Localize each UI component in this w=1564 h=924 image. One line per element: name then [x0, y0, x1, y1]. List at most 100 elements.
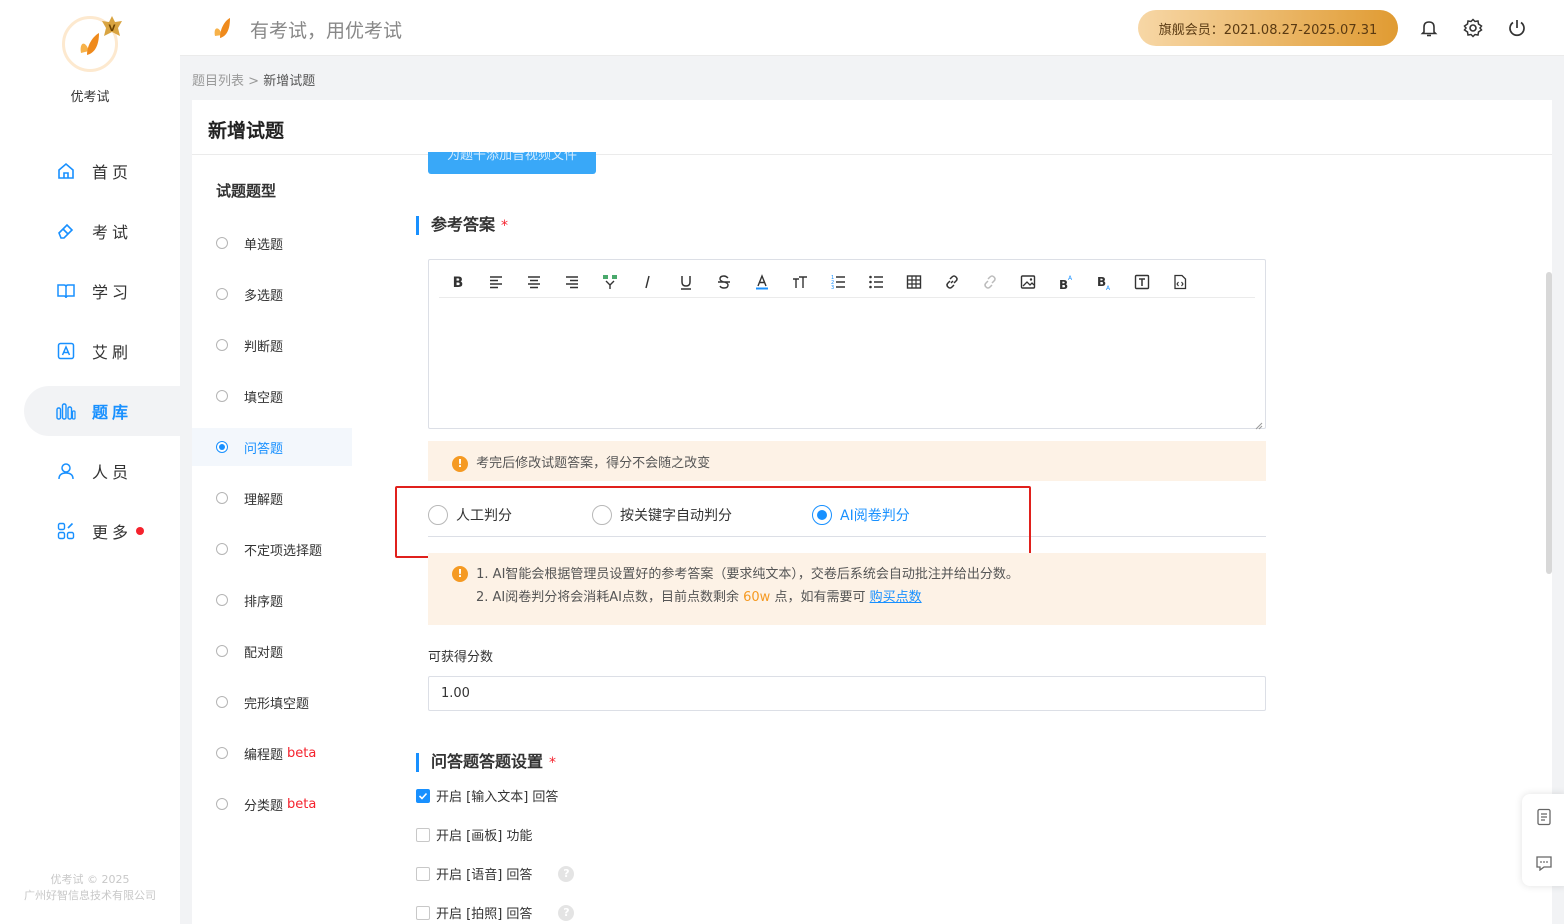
- type-option-ordering[interactable]: 排序题: [192, 581, 352, 619]
- points-remaining: 60w: [743, 589, 771, 605]
- link-icon[interactable]: [933, 268, 971, 296]
- unlink-icon[interactable]: [971, 268, 1009, 296]
- radio-selected[interactable]: [216, 441, 228, 453]
- type-option-programming[interactable]: 编程题 beta: [192, 734, 352, 772]
- slogan: 有考试，用优考试: [250, 20, 403, 42]
- strikethrough-icon[interactable]: [705, 268, 743, 296]
- radio[interactable]: [216, 492, 228, 504]
- radio[interactable]: [216, 645, 228, 657]
- buy-points-link[interactable]: 购买点数: [870, 590, 922, 605]
- breadcrumb-parent[interactable]: 题目列表: [192, 74, 244, 89]
- checkbox[interactable]: [416, 866, 430, 881]
- required-mark: *: [501, 218, 509, 234]
- beta-badge: beta: [287, 796, 317, 812]
- type-option-matching[interactable]: 配对题: [192, 632, 352, 670]
- home-icon: [56, 161, 76, 181]
- chat-icon[interactable]: [1533, 852, 1555, 874]
- editor-toolbar: B 123 BA BA: [439, 266, 1255, 298]
- scrollbar[interactable]: [1546, 272, 1552, 574]
- type-option-multi-choice[interactable]: 多选题: [192, 275, 352, 313]
- ordered-list-icon[interactable]: 123: [819, 268, 857, 296]
- user-icon: [56, 461, 76, 481]
- power-icon[interactable]: [1505, 16, 1529, 40]
- section-title-answer-settings: 问答题答题设置 *: [416, 753, 556, 772]
- align-left-icon[interactable]: [477, 268, 515, 296]
- notification-dot: [136, 527, 145, 535]
- option-drawing-board[interactable]: 开启 [画板] 功能: [416, 825, 532, 844]
- apps-icon: [56, 521, 76, 541]
- type-option-cloze[interactable]: 完形填空题: [192, 683, 352, 721]
- document-icon[interactable]: [1533, 806, 1555, 828]
- type-option-comprehension[interactable]: 理解题: [192, 479, 352, 517]
- nav-item-aishua[interactable]: 艾刷: [24, 326, 180, 376]
- align-right-icon[interactable]: [553, 268, 591, 296]
- nav-item-members[interactable]: 人员: [24, 446, 180, 496]
- font-color-icon[interactable]: [743, 268, 781, 296]
- radio[interactable]: [216, 237, 228, 249]
- floating-toolbar: [1522, 794, 1564, 886]
- radio[interactable]: [216, 798, 228, 810]
- radio[interactable]: [216, 288, 228, 300]
- table-icon[interactable]: [895, 268, 933, 296]
- format-painter-icon[interactable]: [591, 268, 629, 296]
- nav-item-question-bank[interactable]: 题库: [24, 386, 180, 436]
- type-option-true-false[interactable]: 判断题: [192, 326, 352, 364]
- type-option-classification[interactable]: 分类题 beta: [192, 785, 352, 823]
- score-input[interactable]: [428, 676, 1266, 711]
- resize-handle-icon[interactable]: [1255, 418, 1263, 430]
- subscript-icon[interactable]: BA: [1085, 268, 1123, 296]
- type-option-indefinite-choice[interactable]: 不定项选择题: [192, 530, 352, 568]
- type-label: 完形填空题: [244, 696, 310, 712]
- checkbox[interactable]: [416, 827, 430, 842]
- vip-membership-badge[interactable]: 旗舰会员：2021.08.27-2025.07.31: [1138, 10, 1398, 46]
- page-title: 新增试题: [208, 120, 285, 142]
- radio[interactable]: [216, 696, 228, 708]
- svg-text:3: 3: [831, 285, 834, 290]
- underline-icon[interactable]: [667, 268, 705, 296]
- ai-note-line: ! 1. AI智能会根据管理员设置好的参考答案（要求纯文本），交卷后系统会自动批…: [452, 566, 1266, 583]
- type-label: 理解题: [244, 492, 284, 508]
- nav-label: 人员: [92, 463, 133, 482]
- nav-item-study[interactable]: 学习: [24, 266, 180, 316]
- svg-text:A: A: [1068, 275, 1073, 282]
- help-icon[interactable]: ?: [558, 904, 575, 921]
- radio[interactable]: [216, 339, 228, 351]
- superscript-icon[interactable]: BA: [1047, 268, 1085, 296]
- image-icon[interactable]: [1009, 268, 1047, 296]
- type-option-fill-blank[interactable]: 填空题: [192, 377, 352, 415]
- option-photo-answer[interactable]: 开启 [拍照] 回答 ?: [416, 903, 575, 922]
- nav-item-exam[interactable]: 考试: [24, 206, 180, 256]
- italic-icon[interactable]: [629, 268, 667, 296]
- radio[interactable]: [216, 747, 228, 759]
- answer-rich-text-editor[interactable]: B 123 BA BA: [428, 259, 1266, 430]
- radio[interactable]: [216, 543, 228, 555]
- ai-note-text: 1. AI智能会根据管理员设置好的参考答案（要求纯文本），交卷后系统会自动批注并…: [476, 566, 1019, 582]
- nav-item-home[interactable]: 首页: [24, 146, 180, 196]
- radio[interactable]: [216, 390, 228, 402]
- radio[interactable]: [216, 594, 228, 606]
- type-label: 分类题: [244, 798, 284, 814]
- font-size-icon[interactable]: [781, 268, 819, 296]
- option-text-answer[interactable]: 开启 [输入文本] 回答: [416, 786, 558, 805]
- gear-icon[interactable]: [1461, 16, 1485, 40]
- help-icon[interactable]: ?: [558, 865, 575, 882]
- unordered-list-icon[interactable]: [857, 268, 895, 296]
- bell-icon[interactable]: [1417, 16, 1441, 40]
- score-label: 可获得分数: [428, 650, 494, 665]
- type-option-single-choice[interactable]: 单选题: [192, 224, 352, 262]
- type-option-essay[interactable]: 问答题: [192, 428, 352, 466]
- checkbox[interactable]: [416, 905, 430, 920]
- add-media-button[interactable]: 为题干添加音视频文件: [428, 152, 596, 174]
- section-title-answer: 参考答案 *: [416, 216, 508, 235]
- text-box-icon[interactable]: [1123, 268, 1161, 296]
- svg-text:B: B: [1059, 278, 1068, 290]
- html-file-icon[interactable]: [1161, 268, 1199, 296]
- bold-icon[interactable]: B: [439, 268, 477, 296]
- nav-label: 更多: [92, 523, 133, 542]
- type-label: 不定项选择题: [244, 543, 323, 559]
- checkbox-checked[interactable]: [416, 788, 430, 803]
- align-center-icon[interactable]: [515, 268, 553, 296]
- option-voice-answer[interactable]: 开启 [语音] 回答 ?: [416, 864, 575, 883]
- brand-name: 优考试: [70, 90, 110, 105]
- nav-item-more[interactable]: 更多: [24, 506, 180, 556]
